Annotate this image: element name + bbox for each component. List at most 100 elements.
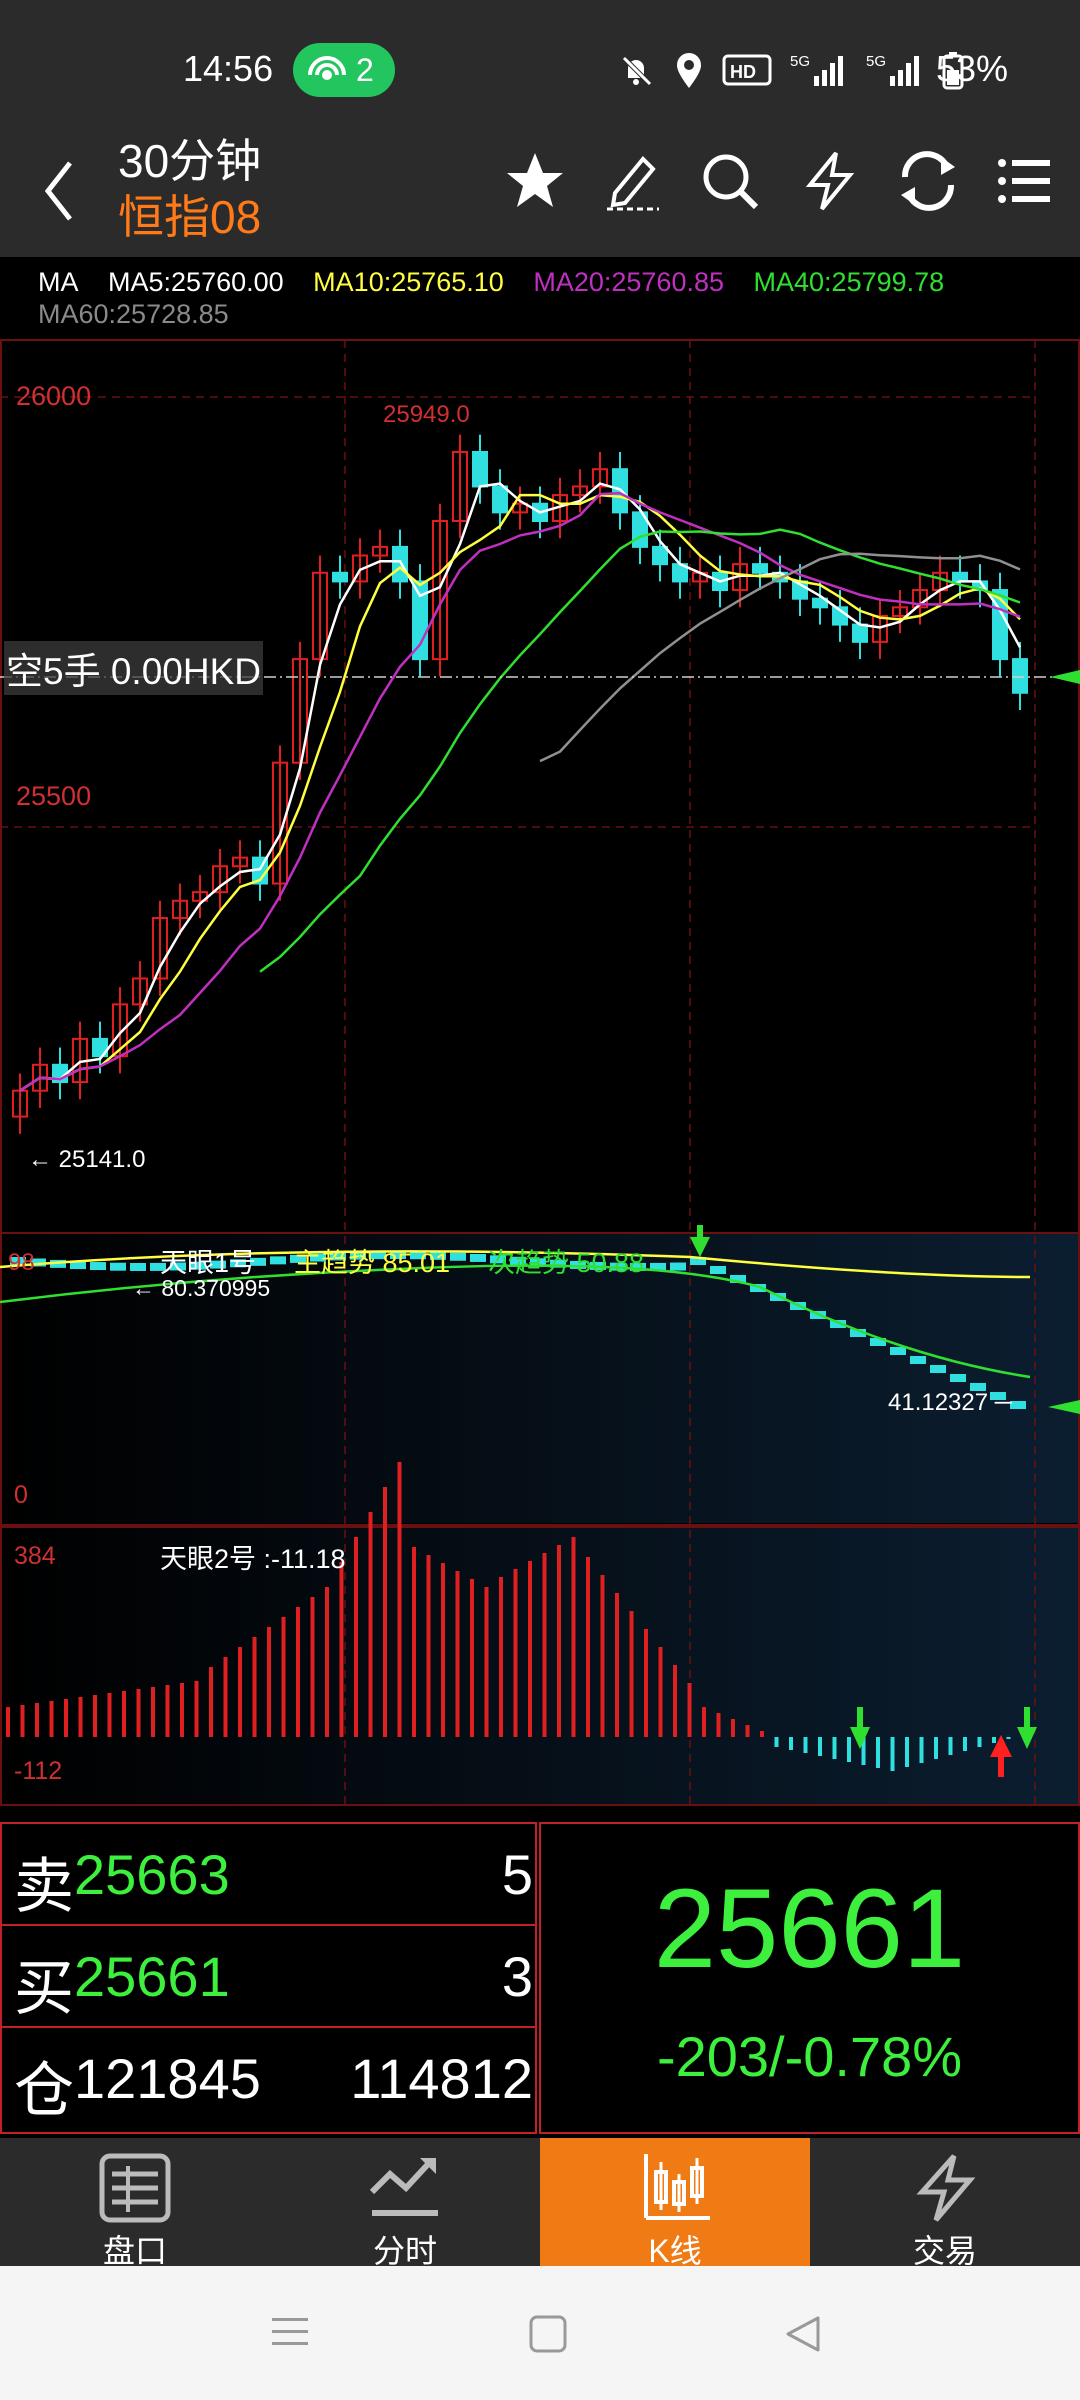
- buy-volume: 3: [501, 1945, 533, 2008]
- kline-chart-svg[interactable]: [0, 257, 1080, 1822]
- ind2-bar: [93, 1695, 97, 1737]
- star-icon[interactable]: [505, 149, 565, 213]
- ind2-bar: [571, 1537, 576, 1737]
- ind2-bar: [615, 1593, 619, 1737]
- ind2-bar: [992, 1737, 996, 1743]
- ind2-bar: [542, 1553, 547, 1737]
- refresh-icon[interactable]: [897, 149, 959, 213]
- ind2-bar: [339, 1562, 344, 1737]
- last-price-panel: 25661 -203/-0.78%: [539, 1822, 1080, 2134]
- ind1-block: [270, 1256, 286, 1265]
- ind2-bar: [35, 1703, 39, 1737]
- last-price: 25661: [653, 1866, 966, 1991]
- ind1-main-trend: 主趋势 85.01: [294, 1248, 451, 1278]
- ind2-bar: [209, 1667, 213, 1737]
- ind2-bar: [165, 1685, 170, 1737]
- ind1-block: [130, 1262, 146, 1271]
- ind2-bottom-value: -112: [14, 1757, 63, 1785]
- location-icon: [677, 53, 701, 88]
- up-arrow-shaft: [998, 1755, 1004, 1777]
- ind1-block: [110, 1262, 126, 1271]
- timeshare-icon: [369, 2158, 438, 2216]
- ind2-bar: [1006, 1737, 1011, 1739]
- lightning-icon[interactable]: [800, 149, 860, 213]
- tab-orderbook[interactable]: 盘口: [0, 2138, 270, 2269]
- ma20-line: [19, 491, 1021, 1092]
- ind1-zero: 0: [14, 1481, 28, 1509]
- ind2-bar: [687, 1683, 692, 1737]
- ind1-sub-trend: 次趋势 50.88: [488, 1248, 645, 1278]
- signal-5g-icon-2: 5G: [866, 53, 919, 86]
- candle-body: [392, 545, 408, 583]
- ind2-bar: [586, 1557, 590, 1737]
- buy-row[interactable]: 买 25661 3: [2, 1926, 537, 2028]
- ind2-bar: [644, 1629, 648, 1737]
- tab-timeshare[interactable]: 分时: [270, 2138, 540, 2269]
- signal-5g-icon: 5G: [790, 53, 843, 86]
- ind2-bar: [818, 1737, 822, 1756]
- open-interest-row: 仓 121845 114812: [2, 2028, 537, 2130]
- sell-label: 卖: [14, 1853, 74, 1920]
- kline-chart-area[interactable]: MA MA5:25760.00 MA10:25765.10 MA20:25760…: [0, 257, 1080, 1822]
- sell-row[interactable]: 卖 25663 5: [2, 1824, 537, 1926]
- ind2-bar: [354, 1537, 358, 1737]
- orderbook-icon: [99, 2153, 171, 2223]
- position-label[interactable]: 空5手 0.00HKD: [4, 641, 263, 695]
- ind1-block: [90, 1262, 106, 1271]
- svg-text:5G: 5G: [790, 53, 810, 70]
- draw-pen-icon[interactable]: [603, 149, 663, 213]
- down-arrow-shaft: [697, 1225, 703, 1239]
- ind2-bar: [20, 1705, 25, 1737]
- ind2-bar: [774, 1737, 779, 1747]
- ind1-block: [910, 1356, 926, 1364]
- ind1-block: [450, 1252, 466, 1261]
- search-icon[interactable]: [700, 149, 760, 213]
- svg-text:HD: HD: [730, 62, 756, 82]
- candle-body: [652, 545, 668, 566]
- hd-icon: HD: [722, 54, 772, 86]
- ind2-bar: [6, 1707, 10, 1737]
- ind2-bar: [876, 1737, 880, 1768]
- sell-volume: 5: [501, 1843, 533, 1906]
- menu-nav-icon[interactable]: [268, 2312, 312, 2352]
- tab-kline[interactable]: K线: [540, 2138, 810, 2269]
- main-panel-border: [0, 339, 1080, 1234]
- oi-value-1: 121845: [74, 2047, 261, 2110]
- ind2-bar: [238, 1647, 242, 1737]
- symbol-title[interactable]: 恒指08: [118, 181, 261, 247]
- last-price-marker: [1050, 670, 1080, 684]
- ind2-bar: [513, 1569, 518, 1737]
- ind2-bar: [296, 1607, 300, 1737]
- ind2-bar: [78, 1697, 83, 1737]
- tab-trade[interactable]: 交易: [810, 2138, 1080, 2269]
- ind2-title: 天眼2号 :-11.18: [160, 1544, 346, 1574]
- status-icons: HD 5G 5G: [616, 50, 964, 90]
- ind1-block: [890, 1347, 906, 1355]
- sell-price: 25663: [74, 1843, 230, 1906]
- ind2-bar: [151, 1687, 155, 1737]
- ind2-bar: [470, 1579, 474, 1737]
- status-bar: 14:56 2 HD 5G 5G 53%: [0, 0, 1080, 125]
- ma5-value: MA5:25760.00: [108, 267, 284, 297]
- back-nav-icon[interactable]: [782, 2312, 826, 2356]
- ind2-bar: [716, 1713, 721, 1737]
- candle-body: [472, 450, 488, 488]
- candle-body: [1012, 658, 1028, 694]
- menu-list-icon[interactable]: [994, 149, 1054, 213]
- ind2-bar: [441, 1563, 445, 1737]
- ind2-bar: [919, 1737, 924, 1763]
- candle-body: [852, 623, 868, 643]
- home-nav-icon[interactable]: [526, 2312, 570, 2356]
- app-bar: 30分钟 恒指08: [0, 125, 1080, 257]
- ind2-bar: [847, 1737, 851, 1762]
- candlestick-series: [12, 434, 1028, 1134]
- back-arrow-icon[interactable]: [40, 153, 80, 229]
- ind2-bar: [890, 1737, 895, 1771]
- ind2-bar: [528, 1561, 532, 1737]
- ma60-value: MA60:25728.85: [38, 299, 229, 329]
- ind2-bar: [673, 1665, 677, 1737]
- ma10-value: MA10:25765.10: [313, 267, 504, 297]
- ind2-bar: [107, 1693, 112, 1737]
- ind2-bar: [397, 1462, 402, 1737]
- down-arrow-shaft-3: [1024, 1707, 1030, 1729]
